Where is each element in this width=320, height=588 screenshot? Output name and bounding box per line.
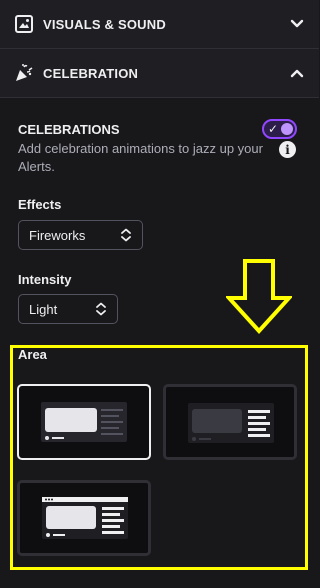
down-arrow-annotation bbox=[226, 259, 292, 334]
intensity-label: Intensity bbox=[18, 272, 72, 287]
layout-option-1[interactable] bbox=[17, 384, 151, 460]
chevron-up-icon[interactable] bbox=[289, 65, 305, 81]
effects-value: Fireworks bbox=[29, 227, 86, 243]
intensity-value: Light bbox=[29, 301, 58, 317]
layout-option-3[interactable] bbox=[17, 480, 151, 556]
toggle-knob bbox=[281, 123, 293, 135]
celebrations-description: Add celebration animations to jazz up yo… bbox=[18, 141, 263, 174]
effects-label: Effects bbox=[18, 197, 62, 212]
chevron-up-down-icon bbox=[96, 302, 106, 316]
celebration-label: CELEBRATION bbox=[43, 65, 139, 81]
chevron-down-icon[interactable] bbox=[289, 16, 305, 32]
check-icon: ✓ bbox=[268, 122, 279, 136]
intensity-select[interactable]: Light bbox=[18, 294, 118, 324]
effects-select[interactable]: Fireworks bbox=[18, 220, 143, 250]
party-popper-icon bbox=[14, 63, 34, 83]
area-label: Area bbox=[18, 347, 47, 362]
info-icon[interactable]: i bbox=[279, 141, 296, 158]
celebrations-toggle[interactable]: ✓ bbox=[262, 119, 297, 139]
visuals-sound-section-header[interactable]: VISUALS & SOUND bbox=[0, 0, 319, 48]
celebrations-title: CELEBRATIONS bbox=[18, 122, 120, 137]
chevron-up-down-icon bbox=[121, 228, 131, 242]
celebration-section-header[interactable]: CELEBRATION bbox=[0, 49, 319, 97]
visuals-sound-label: VISUALS & SOUND bbox=[43, 16, 166, 32]
layout-option-2[interactable] bbox=[163, 384, 297, 460]
image-icon bbox=[14, 14, 34, 34]
